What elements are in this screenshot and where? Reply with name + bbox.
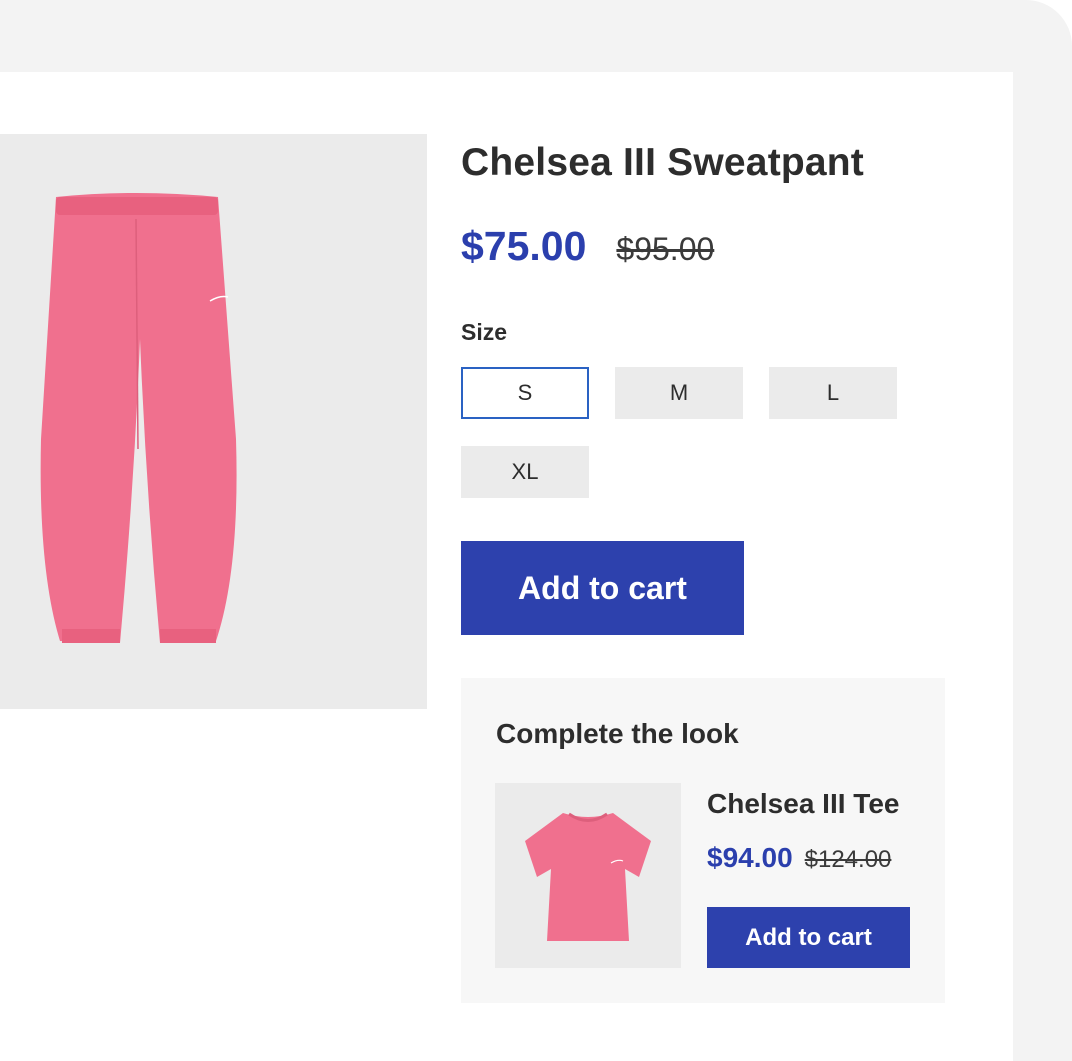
- price-row: $75.00 $95.00: [461, 223, 714, 270]
- size-option-xl[interactable]: XL: [461, 446, 589, 498]
- size-option-m[interactable]: M: [615, 367, 743, 419]
- sale-price: $75.00: [461, 223, 587, 269]
- tee-original-price: $124.00: [804, 846, 892, 873]
- tee-sale-price: $94.00: [707, 842, 793, 873]
- product-title: Chelsea III Sweatpant: [461, 141, 864, 184]
- product-image: [0, 134, 427, 709]
- product-page: Chelsea III Sweatpant $75.00 $95.00 Size…: [0, 72, 1013, 1061]
- tee-name[interactable]: Chelsea III Tee: [707, 788, 899, 820]
- size-option-s[interactable]: S: [461, 367, 589, 419]
- add-to-cart-button[interactable]: Add to cart: [461, 541, 744, 635]
- tshirt-image: [525, 812, 651, 941]
- size-option-l[interactable]: L: [769, 367, 897, 419]
- complete-the-look-panel: Complete the look Chelsea III Tee $94.00…: [461, 678, 945, 1003]
- tee-price-row: $94.00 $124.00: [707, 842, 891, 874]
- tee-add-to-cart-button[interactable]: Add to cart: [707, 907, 910, 968]
- tee-image[interactable]: [495, 783, 681, 968]
- sweatpants-image: [40, 193, 237, 643]
- device-frame: Chelsea III Sweatpant $75.00 $95.00 Size…: [0, 0, 1072, 1061]
- complete-the-look-title: Complete the look: [496, 718, 739, 749]
- size-label: Size: [461, 319, 508, 345]
- original-price: $95.00: [616, 231, 715, 267]
